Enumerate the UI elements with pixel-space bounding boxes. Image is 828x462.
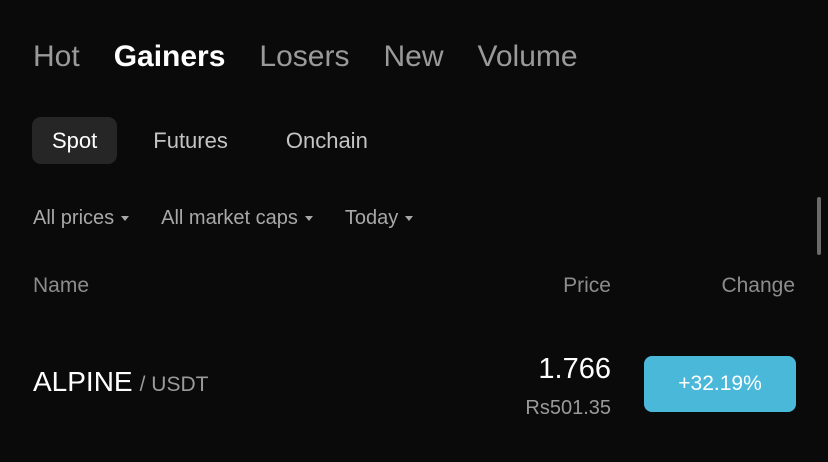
caret-down-icon xyxy=(405,215,414,221)
trading-pair: ALPINE / USDT xyxy=(33,366,208,398)
caret-down-icon xyxy=(121,215,130,221)
market-cap-filter-label: All market caps xyxy=(161,207,298,229)
tab-gainers[interactable]: Gainers xyxy=(114,38,226,76)
market-category-tabs: Hot Gainers Losers New Volume xyxy=(33,38,578,76)
local-currency-price: Rs501.35 xyxy=(525,397,611,419)
tab-new[interactable]: New xyxy=(383,38,443,76)
table-row[interactable]: ALPINE / USDT 1.766 Rs501.35 +32.19% xyxy=(0,340,828,430)
market-cap-filter-dropdown[interactable]: All market caps xyxy=(161,204,313,232)
column-header-change[interactable]: Change xyxy=(721,272,795,300)
time-filter-dropdown[interactable]: Today xyxy=(344,204,414,232)
market-type-tabs: Spot Futures Onchain xyxy=(32,117,390,164)
filter-bar: All prices All market caps Today xyxy=(33,204,414,232)
tab-spot[interactable]: Spot xyxy=(32,117,118,164)
base-asset: ALPINE xyxy=(33,366,133,397)
caret-down-icon xyxy=(304,215,313,221)
time-filter-label: Today xyxy=(344,207,399,229)
tab-volume[interactable]: Volume xyxy=(477,38,577,76)
price-filter-label: All prices xyxy=(33,207,115,229)
column-header-price[interactable]: Price xyxy=(563,272,611,300)
tab-futures[interactable]: Futures xyxy=(131,117,250,164)
tab-onchain[interactable]: Onchain xyxy=(264,117,390,164)
price-filter-dropdown[interactable]: All prices xyxy=(33,204,130,232)
column-header-name[interactable]: Name xyxy=(33,272,89,300)
change-badge[interactable]: +32.19% xyxy=(644,356,796,412)
last-price: 1.766 xyxy=(538,353,611,385)
scrollbar-thumb[interactable] xyxy=(817,197,821,255)
tab-hot[interactable]: Hot xyxy=(33,38,80,76)
quote-asset: / USDT xyxy=(139,373,209,396)
tab-losers[interactable]: Losers xyxy=(259,38,349,76)
